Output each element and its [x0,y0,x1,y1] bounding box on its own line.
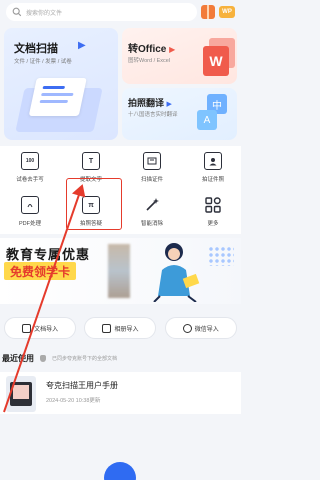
file-name: 夸克扫描王用户手册 [46,381,118,390]
grid-more-icon [204,196,222,214]
import-label: 相册导入 [114,326,139,333]
tool-label: 智能消除 [140,221,163,227]
blurred-region [108,244,130,298]
recent-hint: 已同步夸克账号下的全部文档 [52,355,118,362]
exam-score-icon: 100 [21,152,39,170]
tool-label: PDF处理 [18,221,41,227]
search-input[interactable]: 搜索你的文件 [6,3,197,21]
to-office-card[interactable]: 转Office ▶ 图转Word / Excel W [122,28,237,84]
promo-banner[interactable]: 教育专属优惠 免费领学卡 [0,238,241,304]
highlight-box [66,178,122,230]
file-time: 2024-05-20 10:38更新 [46,398,101,404]
magic-wand-icon [143,196,161,214]
doc-scan-subtitle: 文件 / 证件 / 发票 / 试卷 [14,59,72,65]
search-icon [12,7,22,17]
import-row: 文档导入 相册导入 微信导入 [0,312,241,344]
doc-scan-card[interactable]: 文档扫描 ▶ 文件 / 证件 / 发票 / 试卷 [4,28,118,140]
tool-exam-remove-handwriting[interactable]: 100 试卷去手写 [5,152,55,183]
student-illustration-icon [153,243,200,302]
album-import-button[interactable]: 相册导入 [84,317,157,339]
image-icon [102,323,112,333]
tool-smart-erase[interactable]: 智能消除 [127,196,177,227]
search-placeholder: 搜索你的文件 [26,10,63,17]
photo-translate-subtitle: 十八国语言实时翻译 [128,112,178,118]
tool-pdf[interactable]: PDF处理 [5,196,55,227]
tool-more[interactable]: 更多 [188,196,238,227]
gift-icon[interactable] [201,5,215,19]
document-illustration-icon [15,78,103,132]
tool-label: 更多 [207,221,219,227]
text-extract-icon: T [82,152,100,170]
wp-badge-icon[interactable]: WP [219,6,235,18]
import-label: 微信导入 [194,326,219,333]
file-thumbnail [6,376,36,412]
import-label: 文档导入 [34,326,59,333]
word-icon: W [203,46,229,76]
recent-title: 最近使用 [2,353,34,363]
banner-line1: 教育专属优惠 [6,247,91,262]
decorative-dots [208,246,234,266]
to-office-title: 转Office ▶ [128,44,176,55]
recent-header: 最近使用 已同步夸克账号下的全部文档 [0,352,241,364]
to-office-subtitle: 图转Word / Excel [128,58,171,64]
top-bar: 搜索你的文件 WP [0,0,241,24]
tool-id-photo[interactable]: 拍证件照 [188,152,238,183]
person-photo-icon [204,152,222,170]
shield-icon [40,354,46,362]
letter-a-icon: A [197,110,217,130]
photo-translate-title: 拍照翻译 ▶ [128,98,172,108]
camera-fab-button[interactable] [104,462,136,480]
wechat-icon [182,323,192,333]
wechat-import-button[interactable]: 微信导入 [164,317,237,339]
chevron-right-icon: ▶ [78,40,86,51]
document-icon [22,323,32,333]
tool-label: 试卷去手写 [16,177,44,183]
banner-line2: 免费领学卡 [4,262,77,280]
photo-translate-card[interactable]: 拍照翻译 ▶ 十八国语言实时翻译 中 A [122,88,237,140]
list-item[interactable]: 夸克扫描王用户手册 2024-05-20 10:38更新 [0,372,241,414]
pdf-icon [21,196,39,214]
doc-import-button[interactable]: 文档导入 [4,317,77,339]
tool-scan-id[interactable]: 扫描证件 [127,152,177,183]
id-card-icon [143,152,161,170]
doc-scan-title: 文档扫描 [14,43,58,55]
tool-label: 扫描证件 [140,177,163,183]
tool-label: 拍证件照 [201,177,224,183]
